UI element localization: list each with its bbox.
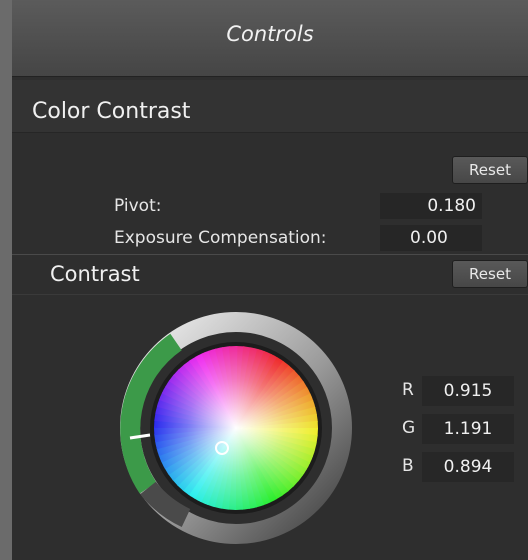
- color-contrast-header[interactable]: Color Contrast: [12, 80, 528, 133]
- contrast-divider: [12, 294, 528, 295]
- pivot-label: Pivot:: [114, 196, 162, 216]
- contrast-heading: Contrast: [50, 262, 140, 286]
- contrast-reset-button[interactable]: Reset: [452, 260, 528, 288]
- window-title: Controls: [226, 22, 314, 46]
- exposure-compensation-label: Exposure Compensation:: [114, 228, 327, 248]
- exposure-compensation-field[interactable]: 0.00: [380, 225, 482, 251]
- pivot-field[interactable]: 0.180: [380, 193, 482, 219]
- section-divider: [12, 254, 528, 255]
- b-label: B: [402, 456, 414, 476]
- r-value-field[interactable]: 0.915: [422, 376, 514, 406]
- hue-disc[interactable]: [146, 338, 326, 518]
- color-contrast-heading: Color Contrast: [32, 99, 191, 124]
- g-label: G: [402, 418, 416, 438]
- b-value-field[interactable]: 0.894: [422, 452, 514, 482]
- window-frame: [0, 0, 12, 560]
- color-wheel[interactable]: [116, 308, 356, 548]
- g-value-field[interactable]: 1.191: [422, 414, 514, 444]
- color-contrast-reset-button[interactable]: Reset: [452, 156, 528, 184]
- r-label: R: [402, 380, 414, 400]
- title-bar: Controls: [12, 0, 528, 77]
- controls-panel: Controls Color Contrast Reset Pivot: 0.1…: [12, 0, 528, 560]
